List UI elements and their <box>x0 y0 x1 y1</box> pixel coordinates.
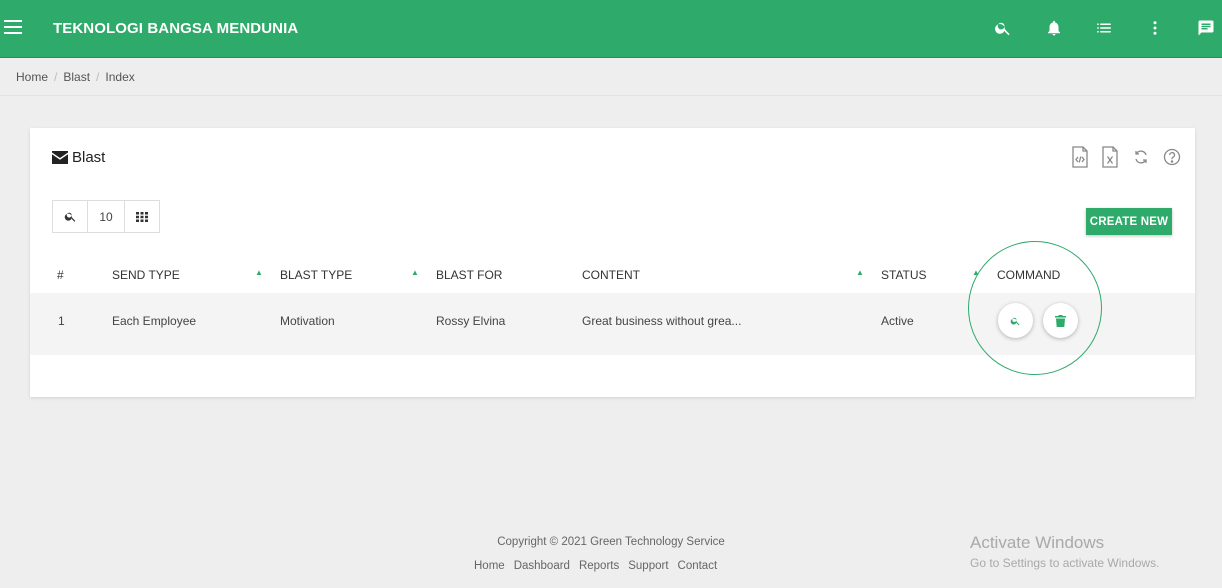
menu-icon[interactable] <box>4 20 22 36</box>
card-title: Blast <box>52 149 105 166</box>
export-excel-icon[interactable] <box>1100 146 1120 168</box>
top-app-bar: TEKNOLOGI BANGSA MENDUNIA <box>0 0 1222 58</box>
column-header-command: COMMAND <box>997 268 1061 282</box>
breadcrumb-index: Index <box>105 70 135 84</box>
sort-arrow-icon[interactable]: ▲ <box>856 268 864 277</box>
app-title: TEKNOLOGI BANGSA MENDUNIA <box>53 20 299 37</box>
breadcrumb-separator: / <box>54 70 58 84</box>
export-html-icon[interactable] <box>1070 146 1090 168</box>
sort-arrow-icon[interactable]: ▲ <box>972 268 980 277</box>
footer-links: Home Dashboard Reports Support Contact <box>474 560 717 572</box>
cell-blast-for: Rossy Elvina <box>436 314 506 328</box>
column-header-blast-type[interactable]: BLAST TYPE <box>280 268 352 282</box>
column-chooser-button[interactable] <box>125 201 159 232</box>
delete-button[interactable] <box>1043 303 1078 338</box>
sort-arrow-icon[interactable]: ▲ <box>255 268 263 277</box>
breadcrumb: Home / Blast / Index <box>16 70 135 84</box>
bell-icon[interactable] <box>1042 16 1066 40</box>
search-icon <box>1010 317 1020 325</box>
more-vert-icon[interactable] <box>1143 16 1167 40</box>
card-title-text: Blast <box>72 149 106 166</box>
blast-card: Blast 10 CREATE NEW # SEND TYPE ▲ BLAST … <box>30 128 1195 397</box>
search-icon <box>64 212 75 222</box>
table-search-button[interactable] <box>53 201 88 232</box>
cell-status: Active <box>881 314 914 328</box>
activate-windows-title: Activate Windows <box>970 533 1105 552</box>
chat-icon[interactable] <box>1194 16 1218 40</box>
cell-blast-type: Motivation <box>280 314 335 328</box>
footer-link-home[interactable]: Home <box>474 560 505 572</box>
footer-link-dashboard[interactable]: Dashboard <box>514 560 570 572</box>
column-header-blast-for[interactable]: BLAST FOR <box>436 268 502 282</box>
refresh-icon[interactable] <box>1131 146 1151 168</box>
sort-arrow-icon[interactable]: ▲ <box>411 268 419 277</box>
breadcrumb-home[interactable]: Home <box>16 70 48 84</box>
footer-link-support[interactable]: Support <box>628 560 668 572</box>
breadcrumb-blast[interactable]: Blast <box>63 70 90 84</box>
column-header-status[interactable]: STATUS <box>881 268 927 282</box>
view-button[interactable] <box>998 303 1033 338</box>
footer-link-reports[interactable]: Reports <box>579 560 619 572</box>
breadcrumb-separator: / <box>96 70 100 84</box>
page-size-selector[interactable]: 10 <box>88 201 125 232</box>
cell-send-type: Each Employee <box>112 314 197 328</box>
footer-link-contact[interactable]: Contact <box>678 560 718 572</box>
table-toolbar: 10 <box>52 200 160 233</box>
column-header-send-type[interactable]: SEND TYPE <box>112 268 180 282</box>
trash-icon <box>1055 314 1066 327</box>
search-icon[interactable] <box>991 16 1015 40</box>
grid-icon <box>136 211 148 222</box>
cell-content: Great business without grea... <box>582 314 742 328</box>
envelope-icon <box>52 151 68 164</box>
divider <box>0 95 1222 96</box>
help-icon[interactable] <box>1162 146 1182 168</box>
create-new-button[interactable]: CREATE NEW <box>1086 208 1172 235</box>
cell-no: 1 <box>58 314 65 328</box>
column-header-content[interactable]: CONTENT <box>582 268 640 282</box>
list-icon[interactable] <box>1092 16 1116 40</box>
column-header-no: # <box>57 268 64 282</box>
activate-windows-subtitle: Go to Settings to activate Windows. <box>970 556 1160 570</box>
